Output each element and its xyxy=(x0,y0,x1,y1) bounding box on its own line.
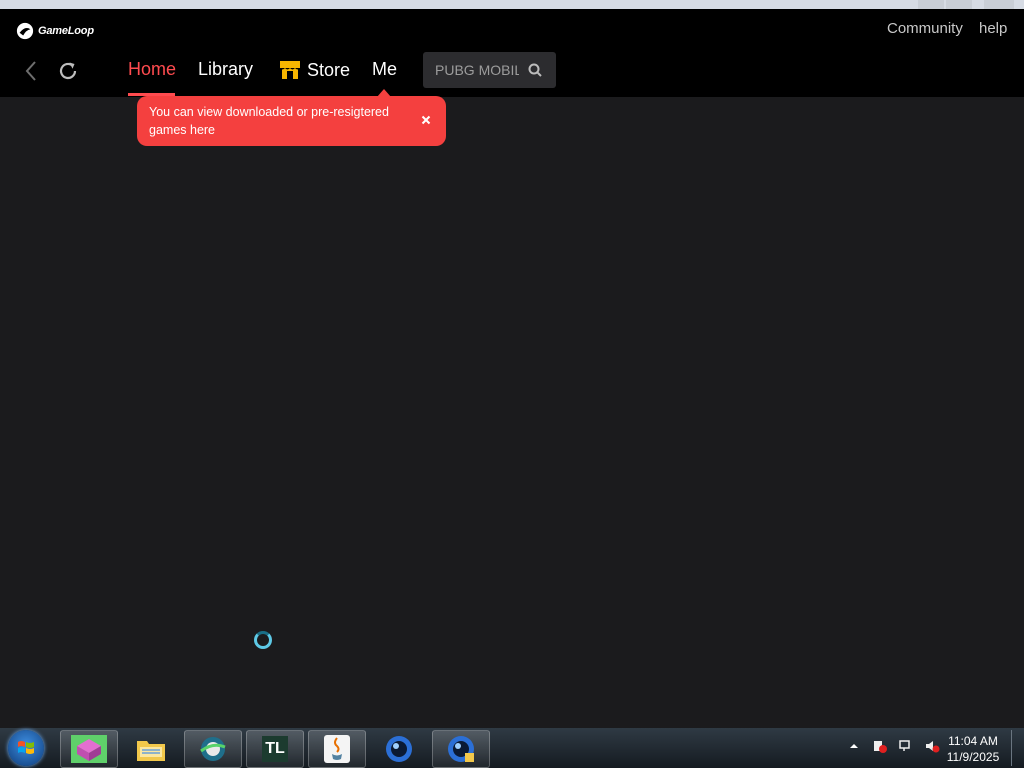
store-icon xyxy=(280,61,300,79)
loading-spinner xyxy=(254,631,272,649)
gameloop-logo: GameLoop xyxy=(16,22,94,40)
tab-store-label: Store xyxy=(307,59,351,80)
host-window-menubar xyxy=(0,0,1024,9)
clock-time: 11:04 AM xyxy=(948,734,998,748)
java-icon xyxy=(324,735,350,763)
brand-name: GameLoop xyxy=(38,25,94,37)
pink-cube-icon xyxy=(71,735,107,763)
taskbar-tl-app[interactable]: TL xyxy=(246,730,304,768)
taskbar-browser[interactable] xyxy=(184,730,242,768)
gameloop-window: GameLoop Community help Home Library Sto… xyxy=(0,9,1024,728)
taskbar-java[interactable] xyxy=(308,730,366,768)
taskbar-gameloop-a[interactable] xyxy=(370,730,428,768)
search-input[interactable] xyxy=(435,60,519,80)
chevron-up-icon[interactable] xyxy=(846,738,862,754)
windows-taskbar: TL 11:04 AM 11/9/2025 xyxy=(0,728,1024,768)
system-clock[interactable]: 11:04 AM 11/9/2025 xyxy=(940,733,1006,765)
search-box[interactable] xyxy=(423,52,556,88)
host-maximize-button[interactable] xyxy=(946,0,972,9)
globe-icon xyxy=(200,737,226,761)
tab-library-label: Library xyxy=(198,59,254,79)
community-link[interactable]: Community xyxy=(887,20,963,37)
host-close-button[interactable] xyxy=(984,0,1014,9)
folder-icon xyxy=(137,741,165,761)
windows-logo-icon xyxy=(18,741,34,754)
start-button[interactable] xyxy=(8,730,44,766)
close-icon[interactable] xyxy=(418,112,434,128)
refresh-icon[interactable] xyxy=(56,59,80,83)
host-minimize-button[interactable] xyxy=(918,0,944,9)
show-desktop-button[interactable] xyxy=(1011,730,1022,766)
search-icon[interactable] xyxy=(527,62,543,78)
gameloop-logo-icon xyxy=(16,22,34,40)
tooltip-text: You can view downloaded or pre-resigtere… xyxy=(149,105,389,137)
tab-me[interactable]: Me xyxy=(372,59,397,80)
help-link[interactable]: help xyxy=(979,20,1007,37)
tab-home[interactable]: Home xyxy=(128,59,176,80)
tl-app-icon: TL xyxy=(262,736,288,762)
top-bar: GameLoop Community help Home Library Sto… xyxy=(0,9,1024,97)
volume-muted-icon[interactable] xyxy=(924,738,940,754)
clock-date: 11/9/2025 xyxy=(946,750,1000,764)
taskbar-gameloop-b[interactable] xyxy=(432,730,490,768)
back-arrow-icon[interactable] xyxy=(20,59,44,83)
taskbar-pink-app[interactable] xyxy=(60,730,118,768)
tab-library[interactable]: Library xyxy=(198,59,253,80)
flag-warning-icon[interactable] xyxy=(872,738,888,754)
tab-home-label: Home xyxy=(128,59,177,79)
taskbar-file-explorer[interactable] xyxy=(122,730,180,768)
gameloop-app-icon xyxy=(386,736,412,762)
network-icon[interactable] xyxy=(898,738,914,754)
system-tray xyxy=(846,738,940,754)
tab-store[interactable]: Store xyxy=(279,59,350,81)
gameloop-app-icon-2 xyxy=(448,736,474,762)
library-hint-tooltip: You can view downloaded or pre-resigtere… xyxy=(137,89,446,146)
tooltip-arrow xyxy=(377,89,391,97)
tab-me-label: Me xyxy=(372,59,398,79)
